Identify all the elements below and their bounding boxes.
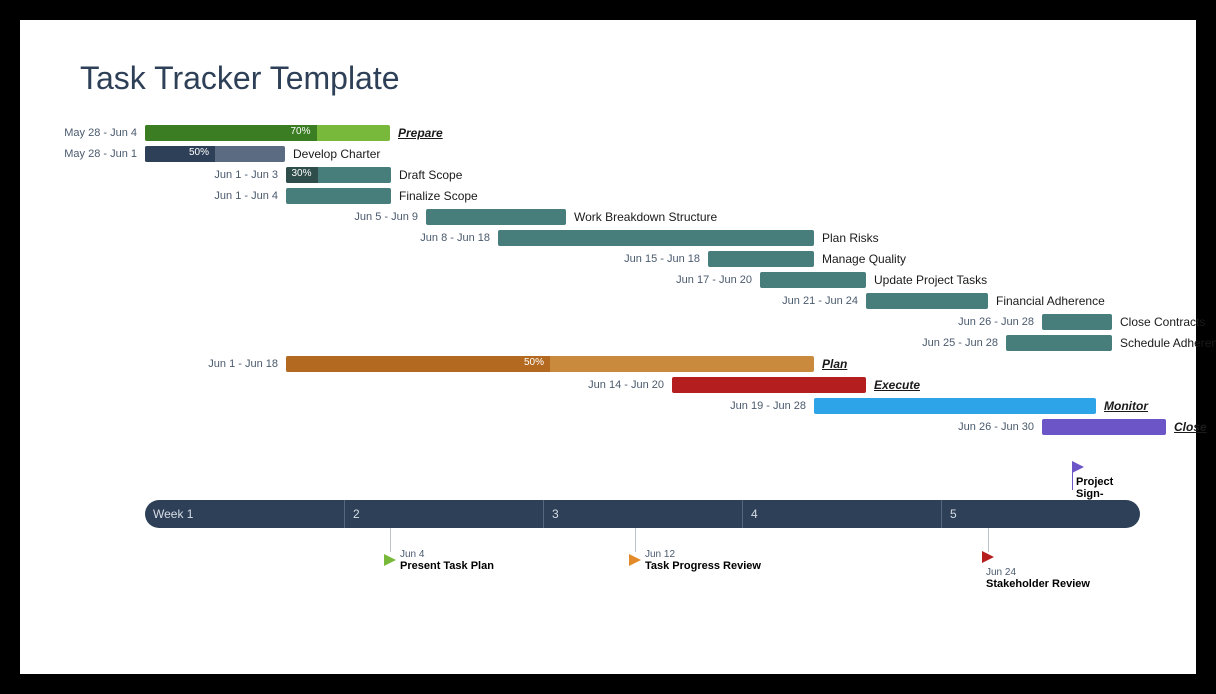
task-label: Manage Quality xyxy=(822,252,906,266)
task-bar[interactable] xyxy=(672,377,866,393)
task-bar[interactable] xyxy=(708,251,814,267)
timeline-axis: Week 1 2 3 4 5 xyxy=(145,500,1140,528)
task-label: Plan Risks xyxy=(822,231,879,245)
task-bar[interactable]: 30% xyxy=(286,167,391,183)
task-label: Work Breakdown Structure xyxy=(574,210,717,224)
timeline-week: 5 xyxy=(941,500,1140,528)
task-date-range: Jun 1 - Jun 18 xyxy=(208,358,278,370)
milestone-bottom[interactable]: Jun 12Task Progress Review xyxy=(629,548,761,572)
task-row: May 28 - Jun 150%Develop Charter xyxy=(90,146,1190,164)
task-date-range: May 28 - Jun 4 xyxy=(64,127,137,139)
task-bar[interactable] xyxy=(866,293,988,309)
task-bar[interactable]: 50% xyxy=(145,146,285,162)
task-bar[interactable]: 70% xyxy=(145,125,390,141)
task-bar-pct: 50% xyxy=(524,357,544,368)
page-title: Task Tracker Template xyxy=(80,60,1136,97)
task-label: Update Project Tasks xyxy=(874,273,987,287)
phase-label: Plan xyxy=(822,357,847,371)
milestone-bottom[interactable]: Jun 4Present Task Plan xyxy=(384,548,494,572)
timeline-week-label: 2 xyxy=(345,507,360,521)
phase-label: Execute xyxy=(874,378,920,392)
task-date-range: Jun 14 - Jun 20 xyxy=(588,379,664,391)
task-label: Develop Charter xyxy=(293,147,380,161)
task-row: Jun 26 - Jun 30Close xyxy=(90,419,1190,437)
task-row: Jun 26 - Jun 28Close Contracts xyxy=(90,314,1190,332)
task-bar[interactable] xyxy=(1042,314,1112,330)
task-date-range: Jun 1 - Jun 3 xyxy=(214,169,278,181)
flag-icon xyxy=(629,554,641,566)
flag-icon xyxy=(982,551,994,563)
task-row: Jun 15 - Jun 18 Manage Quality xyxy=(90,251,1190,269)
task-bar[interactable] xyxy=(1006,335,1112,351)
task-bar[interactable] xyxy=(1042,419,1166,435)
task-date-range: Jun 8 - Jun 18 xyxy=(420,232,490,244)
task-bar[interactable] xyxy=(760,272,866,288)
page: Task Tracker Template May 28 - Jun 4 70% P… xyxy=(20,20,1196,674)
task-bar[interactable] xyxy=(498,230,814,246)
task-date-range: Jun 5 - Jun 9 xyxy=(354,211,418,223)
task-date-range: Jun 19 - Jun 28 xyxy=(730,400,806,412)
task-date-range: Jun 26 - Jun 30 xyxy=(958,421,1034,433)
task-date-range: Jun 21 - Jun 24 xyxy=(782,295,858,307)
milestone-label: Jun 12Task Progress Review xyxy=(645,548,761,572)
phase-label: Monitor xyxy=(1104,399,1148,413)
task-label: Close Contracts xyxy=(1120,315,1205,329)
phase-label: Close xyxy=(1174,420,1207,434)
timeline-week: Week 1 xyxy=(145,500,344,528)
task-row: Jun 1 - Jun 4 Finalize Scope xyxy=(90,188,1190,206)
task-date-range: May 28 - Jun 1 xyxy=(64,148,137,160)
task-row: Jun 19 - Jun 28 Monitor xyxy=(90,398,1190,416)
task-date-range: Jun 1 - Jun 4 xyxy=(214,190,278,202)
timeline-week: 4 xyxy=(742,500,941,528)
task-label: Financial Adherence xyxy=(996,294,1105,308)
task-bar[interactable] xyxy=(426,209,566,225)
task-label: Draft Scope xyxy=(399,168,462,182)
timeline-week-label: 4 xyxy=(743,507,758,521)
milestone-label: Jun 4Present Task Plan xyxy=(400,548,494,572)
task-date-range: Jun 26 - Jun 28 xyxy=(958,316,1034,328)
task-label: Finalize Scope xyxy=(399,189,478,203)
task-date-range: Jun 15 - Jun 18 xyxy=(624,253,700,265)
timeline-week: 3 xyxy=(543,500,742,528)
task-bar[interactable] xyxy=(814,398,1096,414)
task-date-range: Jun 25 - Jun 28 xyxy=(922,337,998,349)
task-bar[interactable]: 50% xyxy=(286,356,814,372)
task-row: Jun 14 - Jun 20 Execute xyxy=(90,377,1190,395)
flag-icon xyxy=(384,554,396,566)
task-row: Jun 1 - Jun 3 30% Draft Scope xyxy=(90,167,1190,185)
task-date-range: Jun 17 - Jun 20 xyxy=(676,274,752,286)
timeline-week: 2 xyxy=(344,500,543,528)
task-label: Schedule Adherence xyxy=(1120,336,1216,350)
task-row: Jun 5 - Jun 9 Work Breakdown Structure xyxy=(90,209,1190,227)
task-bar[interactable] xyxy=(286,188,391,204)
timeline-week-label: Week 1 xyxy=(145,507,193,521)
task-row: Jun 21 - Jun 24 Financial Adherence xyxy=(90,293,1190,311)
task-bar-pct: 50% xyxy=(189,147,209,158)
task-bar-progress xyxy=(286,356,550,372)
milestone-label: Jun 24Stakeholder Review xyxy=(986,566,1090,590)
task-bar-pct: 30% xyxy=(291,168,311,179)
task-row: Jun 25 - Jun 28Schedule Adherence xyxy=(90,335,1190,353)
task-bar-pct: 70% xyxy=(290,126,310,137)
timeline-week-label: 3 xyxy=(544,507,559,521)
task-row: May 28 - Jun 470%Prepare xyxy=(90,125,1190,143)
task-row: Jun 17 - Jun 20 Update Project Tasks xyxy=(90,272,1190,290)
task-row: Jun 1 - Jun 18 50% Plan xyxy=(90,356,1190,374)
flag-icon xyxy=(1072,461,1084,473)
timeline-week-label: 5 xyxy=(942,507,957,521)
milestone-bottom[interactable]: Jun 24Stakeholder Review xyxy=(982,548,1090,590)
task-row: Jun 8 - Jun 18 Plan Risks xyxy=(90,230,1190,248)
phase-label: Prepare xyxy=(398,126,443,140)
gantt-chart: May 28 - Jun 470%PrepareMay 28 - Jun 150… xyxy=(90,125,1090,655)
